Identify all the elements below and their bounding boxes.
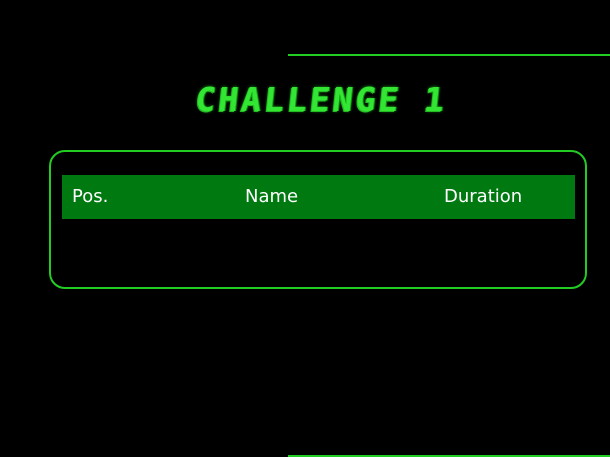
top-divider [288,54,610,56]
column-header-duration: Duration [444,186,523,207]
column-header-name: Name [245,186,299,207]
page-title: CHALLENGE 1 [193,80,450,119]
leaderboard-panel: Pos. Name Duration [49,150,587,289]
leaderboard-header-row: Pos. Name Duration [62,175,575,219]
column-header-position: Pos. [72,186,109,207]
